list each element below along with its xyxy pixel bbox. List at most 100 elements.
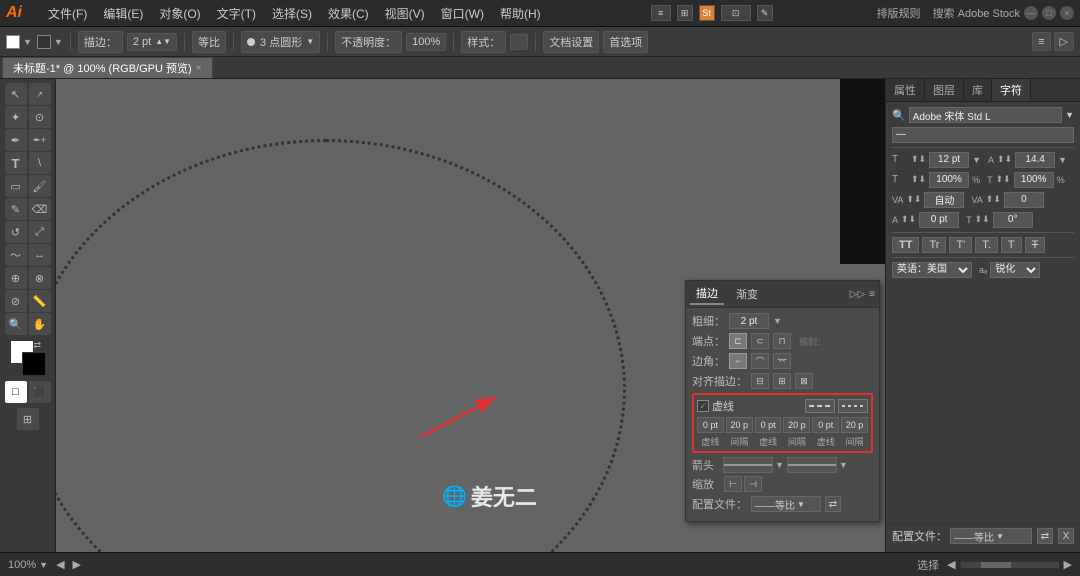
tab-character[interactable]: 字符 (992, 79, 1031, 101)
opacity-input[interactable]: 100% (406, 33, 446, 51)
font-search-input[interactable] (909, 107, 1062, 123)
scale-tool[interactable]: ⤢ (29, 221, 51, 243)
line-tool[interactable]: \ (29, 152, 51, 174)
maximize-button[interactable]: □ (1042, 6, 1056, 20)
paintbrush-tool[interactable]: 🖌 (29, 175, 51, 197)
pencil-tool[interactable]: ✎ (5, 198, 27, 220)
style-selector[interactable] (510, 34, 528, 50)
screen-mode-icon[interactable]: ⬛ (29, 381, 51, 403)
weight-arrow[interactable]: ▼ (773, 316, 782, 326)
stroke-color-swatch[interactable] (37, 35, 51, 49)
style-t-strike-button[interactable]: T (1025, 237, 1046, 253)
menu-view[interactable]: 视图(V) (379, 3, 431, 24)
lasso-tool[interactable]: ⊙ (29, 106, 51, 128)
weight-input[interactable] (729, 313, 769, 329)
bottom-icon[interactable]: X (1058, 528, 1074, 544)
dash-cell-0[interactable]: 0 pt (697, 417, 724, 433)
horizontal-scrollbar[interactable] (960, 561, 1060, 569)
style-t-under-button[interactable]: T (1001, 237, 1022, 253)
view-grid-icon[interactable]: ⊡ (721, 5, 751, 21)
bottom-profile-select[interactable]: ——等比 ▼ (950, 528, 1032, 544)
menu-select[interactable]: 选择(S) (266, 3, 318, 24)
tab-library[interactable]: 库 (964, 79, 992, 101)
menu-edit[interactable]: 编辑(E) (97, 3, 149, 24)
font-size-input[interactable] (929, 152, 969, 168)
rectangle-tool[interactable]: ▭ (5, 175, 27, 197)
dashed-checkbox[interactable]: ✓ (697, 400, 709, 412)
menu-file[interactable]: 文件(F) (42, 3, 93, 24)
gap-cell-0[interactable]: 20 p (726, 417, 753, 433)
preferences-button[interactable]: 首选项 (603, 31, 648, 53)
panel-menu-icon[interactable]: ▷▷ (850, 289, 865, 300)
bevel-join-button[interactable]: ⌤ (773, 353, 791, 369)
direct-select-tool[interactable]: ↗ (29, 83, 51, 105)
panel-close-icon[interactable]: ≡ (869, 289, 875, 300)
bottom-flip-button[interactable]: ⇄ (1037, 528, 1053, 544)
kern-input[interactable] (924, 192, 964, 208)
stroke-tab[interactable]: 描边 (690, 283, 724, 305)
style-t-prime-button[interactable]: T' (949, 237, 972, 253)
scroll-right-button[interactable]: ▶ (1064, 558, 1072, 571)
menu-object[interactable]: 对象(O) (153, 3, 206, 24)
profile-flip[interactable]: ⇄ (825, 496, 841, 512)
doc-settings-button[interactable]: 文档设置 (543, 31, 599, 53)
nav-right-button[interactable]: ▶ (73, 558, 81, 571)
shape-builder-tool[interactable]: ⊕ (5, 267, 27, 289)
tab-attributes[interactable]: 属性 (886, 79, 925, 101)
round-cap-button[interactable]: ⊂ (751, 333, 769, 349)
tab-close-button[interactable]: × (196, 63, 202, 74)
rotate-input[interactable] (993, 212, 1033, 228)
arrange-icon[interactable]: ≡ (651, 5, 671, 21)
dash-cell-1[interactable]: 0 pt (755, 417, 782, 433)
align-center-button[interactable]: ⊟ (751, 373, 769, 389)
dashed-pattern-2[interactable] (838, 399, 868, 413)
zoom-tool[interactable]: 🔍 (5, 313, 27, 335)
equal-ratio-selector[interactable]: 等比 (192, 31, 226, 53)
gradient-tab[interactable]: 渐变 (730, 284, 764, 304)
magic-wand-tool[interactable]: ✦ (5, 106, 27, 128)
tb-icon-1[interactable]: ≡ (1032, 32, 1050, 51)
gap-cell-1[interactable]: 20 p (783, 417, 810, 433)
h-scale-input[interactable] (929, 172, 969, 188)
line-height-arrow[interactable]: ▼ (1058, 155, 1067, 165)
menu-effect[interactable]: 效果(C) (322, 3, 375, 24)
font-style-input[interactable] (892, 127, 1074, 143)
dashed-pattern-1[interactable] (805, 399, 835, 413)
document-tab[interactable]: 未标题-1* @ 100% (RGB/GPU 预览) × (2, 57, 213, 78)
style-t-dot-button[interactable]: T. (975, 237, 998, 253)
font-search-arrow[interactable]: ▼ (1065, 110, 1074, 120)
arrow-start-select[interactable] (723, 457, 773, 473)
tab-layers[interactable]: 图层 (925, 79, 964, 101)
tb-icon-2[interactable]: ▷ (1054, 32, 1074, 51)
pen-icon[interactable]: ✎ (757, 5, 773, 21)
type-tool[interactable]: T (5, 152, 27, 174)
measure-tool[interactable]: 📏 (29, 290, 51, 312)
background-color[interactable] (22, 352, 46, 376)
menu-type[interactable]: 文字(T) (211, 3, 262, 24)
width-tool[interactable]: ↔ (29, 244, 51, 266)
line-height-input[interactable] (1015, 152, 1055, 168)
blend-tool[interactable]: ⊗ (29, 267, 51, 289)
extra-tool-1[interactable]: ⊞ (17, 408, 39, 430)
round-join-button[interactable]: ⌒ (751, 353, 769, 369)
scroll-left-button[interactable]: ◀ (947, 558, 955, 571)
baseline-input[interactable] (919, 212, 959, 228)
scrollbar-thumb[interactable] (981, 562, 1011, 568)
language-select[interactable]: 英语：美国 (892, 262, 972, 278)
arrow-start-arrow[interactable]: ▼ (775, 460, 784, 470)
miter-join-button[interactable]: ⌐ (729, 353, 747, 369)
align-right-icon[interactable]: ⊣ (744, 476, 762, 492)
pen-tool[interactable]: ✒ (5, 129, 27, 151)
align-inside-button[interactable]: ⊞ (773, 373, 791, 389)
v-scale-input[interactable] (1014, 172, 1054, 188)
color-mode-icon[interactable]: St (699, 5, 715, 21)
add-anchor-tool[interactable]: ✒+ (29, 129, 51, 151)
close-button[interactable]: × (1060, 6, 1074, 20)
dash-cell-2[interactable]: 0 pt (812, 417, 839, 433)
minimize-button[interactable]: — (1024, 6, 1038, 20)
rotate-tool[interactable]: ↺ (5, 221, 27, 243)
aa-select[interactable]: 锐化 (990, 262, 1040, 278)
eyedropper-tool[interactable]: ⊘ (5, 290, 27, 312)
track-input[interactable] (1004, 192, 1044, 208)
eraser-tool[interactable]: ⌫ (29, 198, 51, 220)
